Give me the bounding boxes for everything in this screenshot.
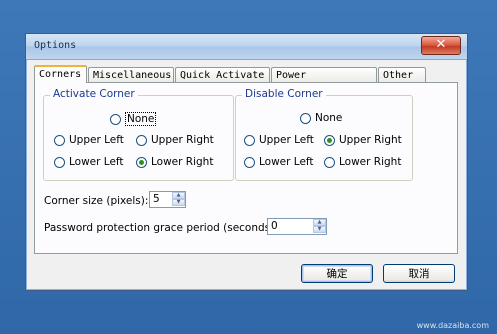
activate-corner-legend: Activate Corner xyxy=(50,88,138,100)
disable-none-radio[interactable]: None xyxy=(300,112,342,124)
disable-upper-left-radio[interactable]: Upper Left xyxy=(244,134,314,146)
window-title: Options xyxy=(34,40,77,51)
radio-icon xyxy=(324,156,335,168)
radio-icon xyxy=(300,112,311,124)
radio-selected-icon xyxy=(136,156,147,168)
tab-corners[interactable]: Corners xyxy=(34,65,87,83)
watermark-text: www.dazaiba.com xyxy=(416,321,489,330)
spin-up-icon[interactable]: ▲ xyxy=(313,219,326,226)
radio-icon xyxy=(136,134,147,146)
disable-corner-group: Disable Corner None Upper Left Upper Rig… xyxy=(235,88,413,181)
corner-size-value: 5 xyxy=(153,193,160,205)
radio-icon xyxy=(54,156,65,168)
options-dialog: Options ✕ Corners Miscellaneous Quick Ac… xyxy=(25,33,468,291)
grace-period-value: 0 xyxy=(271,220,278,232)
close-button[interactable]: ✕ xyxy=(421,36,461,55)
spin-down-icon[interactable]: ▼ xyxy=(313,226,326,233)
disable-lower-right-radio[interactable]: Lower Right xyxy=(324,156,401,168)
activate-lower-right-radio[interactable]: Lower Right xyxy=(136,156,213,168)
radio-icon xyxy=(54,134,65,146)
title-bar[interactable]: Options ✕ xyxy=(26,34,467,60)
disable-upper-right-radio[interactable]: Upper Right xyxy=(324,134,402,146)
corners-panel: Activate Corner None Upper Left Upper Ri… xyxy=(34,82,458,254)
corner-size-spin-buttons[interactable]: ▲ ▼ xyxy=(172,192,185,207)
corner-size-spinner[interactable]: 5 ▲ ▼ xyxy=(149,191,186,208)
close-icon: ✕ xyxy=(435,37,447,52)
grace-period-label: Password protection grace period (second… xyxy=(44,222,278,234)
tab-other[interactable]: Other xyxy=(378,67,426,82)
activate-lower-left-radio[interactable]: Lower Left xyxy=(54,156,124,168)
ok-button[interactable]: 确定 xyxy=(301,264,373,283)
tab-quick-activate[interactable]: Quick Activate xyxy=(175,67,270,82)
radio-icon xyxy=(244,134,255,146)
spin-up-icon[interactable]: ▲ xyxy=(172,192,185,199)
spin-down-icon[interactable]: ▼ xyxy=(172,199,185,206)
radio-icon xyxy=(110,113,121,125)
activate-upper-right-radio[interactable]: Upper Right xyxy=(136,134,214,146)
grace-period-spin-buttons[interactable]: ▲ ▼ xyxy=(313,219,326,234)
grace-period-spinner[interactable]: 0 ▲ ▼ xyxy=(267,218,327,235)
radio-selected-icon xyxy=(324,134,335,146)
activate-corner-group: Activate Corner None Upper Left Upper Ri… xyxy=(43,88,234,181)
radio-icon xyxy=(244,156,255,168)
tab-miscellaneous[interactable]: Miscellaneous xyxy=(88,67,174,82)
activate-upper-left-radio[interactable]: Upper Left xyxy=(54,134,124,146)
cancel-button[interactable]: 取消 xyxy=(383,264,455,283)
corner-size-label: Corner size (pixels): xyxy=(44,195,149,207)
tab-power-management[interactable]: Power Management xyxy=(271,67,377,96)
disable-corner-legend: Disable Corner xyxy=(242,88,326,100)
activate-none-radio[interactable]: None xyxy=(110,112,157,126)
disable-lower-left-radio[interactable]: Lower Left xyxy=(244,156,314,168)
